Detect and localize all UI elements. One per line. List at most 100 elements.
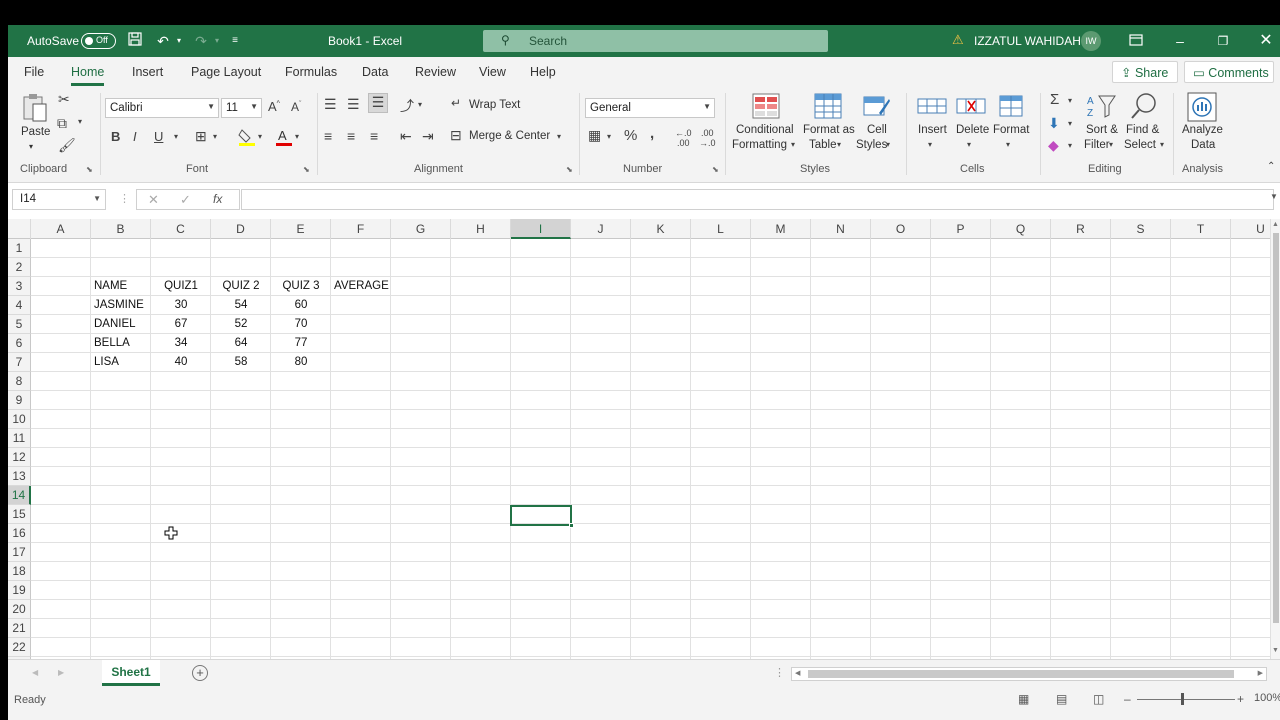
sort-filter-label-2[interactable]: Filter	[1084, 138, 1110, 153]
font-color-icon[interactable]: A	[275, 127, 293, 147]
row-header[interactable]: 21	[8, 619, 31, 638]
column-header[interactable]: C	[151, 219, 211, 239]
horizontal-scroll-thumb[interactable]	[808, 670, 1234, 678]
select-all-corner[interactable]	[8, 219, 31, 239]
orientation-icon[interactable]: ⤴	[400, 96, 414, 116]
zoom-out-icon[interactable]: –	[1124, 692, 1131, 706]
increase-decimal-icon[interactable]: ←.0.00	[675, 128, 692, 148]
wrap-text-label[interactable]: Wrap Text	[469, 98, 520, 113]
cell-c3[interactable]: 30	[151, 296, 211, 315]
increase-indent-icon[interactable]: ⇥	[422, 128, 434, 145]
customize-toolbar-icon[interactable]: ≡	[225, 31, 245, 51]
close-icon[interactable]: ✕	[1256, 31, 1276, 51]
tab-home[interactable]: Home	[71, 65, 105, 86]
sort-filter-icon[interactable]: AZ	[1087, 93, 1117, 121]
vertical-scroll-thumb[interactable]	[1273, 233, 1279, 623]
ribbon-display-options-icon[interactable]	[1126, 31, 1146, 51]
prev-sheet-icon[interactable]: ◀	[32, 668, 38, 677]
font-launcher-icon[interactable]: ⬊	[303, 165, 310, 174]
cell-d4[interactable]: 52	[211, 315, 271, 334]
sheet-tab-sheet1[interactable]: Sheet1	[102, 660, 160, 686]
column-header[interactable]: Q	[991, 219, 1051, 239]
column-header[interactable]: T	[1171, 219, 1231, 239]
comma-style-icon[interactable]: ,	[650, 125, 654, 142]
analyze-data-label-1[interactable]: Analyze	[1182, 123, 1223, 138]
insert-cells-icon[interactable]	[917, 93, 947, 121]
row-header[interactable]: 16	[8, 524, 31, 543]
merge-center-label[interactable]: Merge & Center	[469, 129, 550, 144]
align-right-icon[interactable]: ≡	[370, 128, 378, 144]
format-as-table-icon[interactable]	[813, 93, 843, 121]
cell-styles-icon[interactable]	[862, 93, 892, 121]
scroll-left-icon[interactable]: ◀	[795, 669, 800, 677]
accounting-dropdown-icon[interactable]: ▾	[607, 132, 611, 141]
insert-function-icon[interactable]: fx	[213, 192, 222, 206]
row-header[interactable]: 20	[8, 600, 31, 619]
alignment-launcher-icon[interactable]: ⬊	[566, 165, 573, 174]
font-color-dropdown-icon[interactable]: ▾	[295, 132, 299, 141]
vertical-scrollbar[interactable]: ▲ ▼	[1270, 219, 1280, 659]
format-table-dropdown-icon[interactable]: ▾	[837, 140, 841, 149]
cell-b4[interactable]: DANIEL	[91, 315, 139, 334]
tab-help[interactable]: Help	[530, 65, 556, 79]
row-header[interactable]: 18	[8, 562, 31, 581]
cell-d6[interactable]: 58	[211, 353, 271, 372]
column-header[interactable]: K	[631, 219, 691, 239]
format-cells-icon[interactable]	[996, 93, 1026, 121]
decrease-decimal-icon[interactable]: .00 →.0	[699, 128, 716, 148]
paste-dropdown-icon[interactable]: ▾	[29, 139, 33, 154]
format-as-table-label-1[interactable]: Format as	[803, 123, 855, 138]
page-layout-view-icon[interactable]: ▤	[1056, 692, 1067, 706]
column-header[interactable]: U	[1231, 219, 1270, 239]
underline-icon[interactable]: U	[154, 129, 163, 144]
decrease-font-icon[interactable]: Aˇ	[291, 100, 301, 114]
cell-styles-label-1[interactable]: Cell	[867, 123, 887, 138]
delete-dropdown-icon[interactable]: ▾	[967, 140, 971, 149]
row-header[interactable]: 8	[8, 372, 31, 391]
cell-c5[interactable]: 34	[151, 334, 211, 353]
autosum-icon[interactable]: Σ	[1050, 91, 1059, 108]
align-left-icon[interactable]: ≡	[324, 128, 332, 144]
column-header[interactable]: F	[331, 219, 391, 239]
find-select-label-2[interactable]: Select	[1124, 138, 1156, 153]
cell-b3[interactable]: JASMINE	[91, 296, 147, 315]
save-icon[interactable]	[125, 31, 145, 51]
align-bottom-icon[interactable]: ☰	[368, 93, 388, 113]
cell-e2[interactable]: QUIZ 3	[271, 277, 331, 296]
number-format-dropdown[interactable]: General ▼	[585, 98, 715, 118]
zoom-slider-knob[interactable]	[1181, 693, 1184, 705]
scroll-right-icon[interactable]: ▶	[1258, 669, 1263, 677]
align-middle-icon[interactable]: ☰	[347, 96, 360, 113]
row-header[interactable]: 10	[8, 410, 31, 429]
analyze-data-icon[interactable]	[1186, 91, 1218, 123]
row-header[interactable]: 2	[8, 258, 31, 277]
align-center-icon[interactable]: ≡	[347, 128, 355, 144]
name-box[interactable]: I14 ▼	[12, 189, 106, 210]
underline-dropdown-icon[interactable]: ▾	[174, 132, 178, 141]
fill-handle[interactable]	[569, 523, 574, 528]
cell-d2[interactable]: QUIZ 2	[211, 277, 271, 296]
normal-view-icon[interactable]: ▦	[1018, 692, 1029, 706]
column-header[interactable]: O	[871, 219, 931, 239]
conditional-dropdown-icon[interactable]: ▾	[791, 140, 795, 149]
expand-formula-bar-icon[interactable]: ▼	[1270, 192, 1278, 201]
column-header[interactable]: M	[751, 219, 811, 239]
tab-view[interactable]: View	[479, 65, 506, 79]
column-header[interactable]: G	[391, 219, 451, 239]
italic-icon[interactable]: I	[133, 129, 137, 144]
cell-styles-dropdown-icon[interactable]: ▾	[886, 140, 890, 149]
column-header[interactable]: S	[1111, 219, 1171, 239]
conditional-formatting-label-2[interactable]: Formatting	[732, 138, 787, 153]
cell-e5[interactable]: 77	[271, 334, 331, 353]
row-header[interactable]: 5	[8, 315, 31, 334]
cell-c6[interactable]: 40	[151, 353, 211, 372]
cell-styles-label-2[interactable]: Styles	[856, 138, 887, 153]
format-dropdown-icon[interactable]: ▾	[1006, 140, 1010, 149]
increase-font-icon[interactable]: A^	[268, 99, 280, 114]
cell-e3[interactable]: 60	[271, 296, 331, 315]
insert-cells-label[interactable]: Insert	[918, 123, 947, 138]
column-header[interactable]: E	[271, 219, 331, 239]
user-name[interactable]: IZZATUL WAHIDAH	[974, 34, 1081, 48]
scroll-up-icon[interactable]: ▲	[1272, 221, 1279, 228]
zoom-in-icon[interactable]: +	[1237, 692, 1244, 706]
